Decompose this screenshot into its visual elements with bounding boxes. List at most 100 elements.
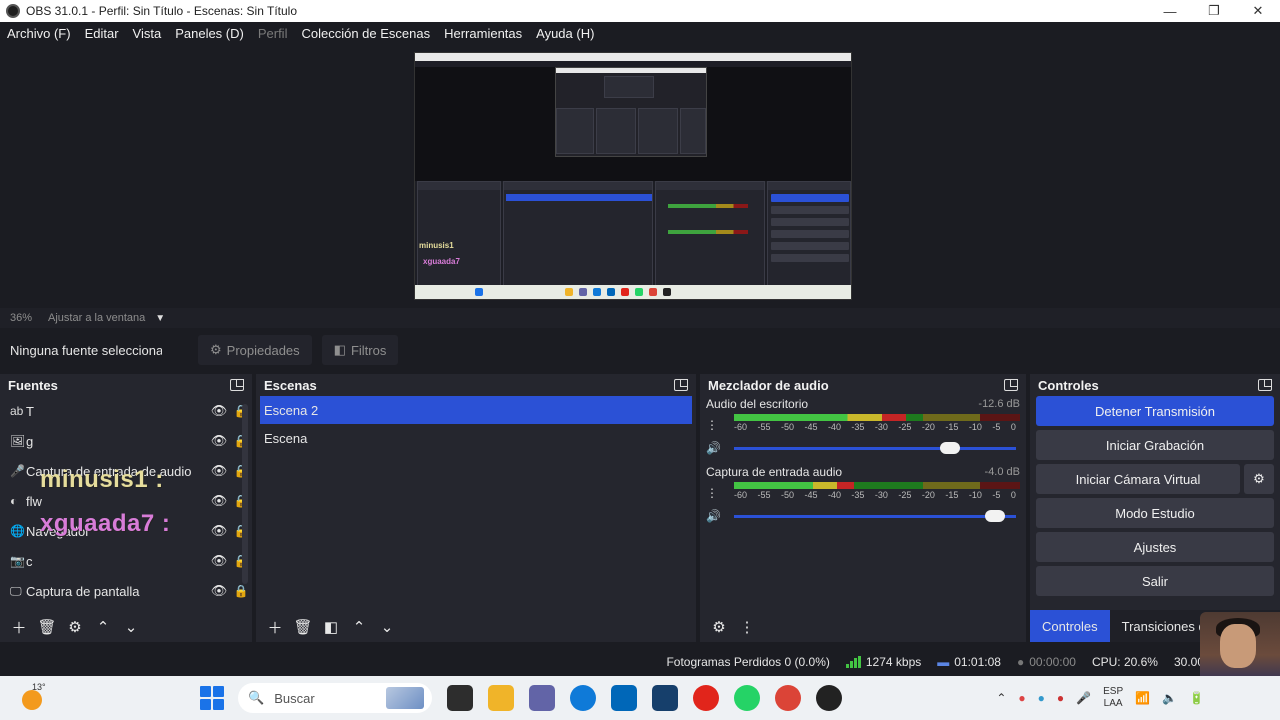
menu-help[interactable]: Ayuda (H)	[529, 26, 601, 41]
eye-icon[interactable]: 👁	[208, 433, 230, 449]
tray-app-icon[interactable]: ●	[1018, 691, 1025, 705]
menu-view[interactable]: Vista	[126, 26, 169, 41]
edge-icon[interactable]	[570, 685, 596, 711]
mixer-menu-icon[interactable]: ⋮	[736, 618, 758, 636]
volume-slider[interactable]	[734, 509, 1016, 522]
eye-icon[interactable]: 👁	[208, 463, 230, 479]
eye-icon[interactable]: 👁	[208, 493, 230, 509]
source-item[interactable]: 🖵 Captura de pantalla 👁 🔒	[0, 576, 252, 606]
volume-slider-knob[interactable]	[939, 441, 960, 454]
chrome-icon[interactable]	[775, 685, 801, 711]
volume-slider[interactable]	[734, 441, 1016, 454]
studio-mode-button[interactable]: Modo Estudio	[1036, 498, 1274, 528]
lock-icon[interactable]: 🔒	[230, 584, 252, 598]
virtual-camera-settings-icon[interactable]: ⚙	[1244, 464, 1274, 494]
lock-icon[interactable]: 🔒	[230, 524, 252, 538]
menu-tools[interactable]: Herramientas	[437, 26, 529, 41]
add-source-icon[interactable]: ＋	[8, 617, 30, 638]
start-virtual-camera-button[interactable]: Iniciar Cámara Virtual	[1036, 464, 1240, 494]
remove-scene-icon[interactable]: 🗑	[292, 618, 314, 636]
undock-icon[interactable]	[230, 379, 244, 391]
menu-docks[interactable]: Paneles (D)	[168, 26, 251, 41]
battery-icon[interactable]: 🔋	[1189, 691, 1204, 705]
close-button[interactable]: ✕	[1236, 0, 1280, 22]
zoom-dropdown-icon[interactable]: ▼	[155, 313, 165, 324]
show-hidden-icons-icon[interactable]: ⌃	[996, 691, 1006, 705]
tab-controls[interactable]: Controles	[1030, 610, 1110, 642]
start-recording-button[interactable]: Iniciar Grabación	[1036, 430, 1274, 460]
lock-icon[interactable]: 🔒	[230, 464, 252, 478]
tray-app-icon[interactable]: ●	[1038, 691, 1045, 705]
settings-button[interactable]: Ajustes	[1036, 532, 1274, 562]
sources-dock: Fuentes ab T 👁 🔒 🖼 g 👁 🔒 🎤 Captura de en…	[0, 374, 252, 642]
lock-icon[interactable]: 🔒	[230, 494, 252, 508]
menu-scene-collection[interactable]: Colección de Escenas	[294, 26, 437, 41]
opera-icon[interactable]	[693, 685, 719, 711]
preview-area[interactable]: minusis1 xguaada7	[0, 44, 1280, 308]
exit-button[interactable]: Salir	[1036, 566, 1274, 596]
wifi-icon[interactable]: 📶	[1135, 691, 1150, 705]
weather-widget[interactable]: 13°	[20, 682, 48, 712]
stop-streaming-button[interactable]: Detener Transmisión	[1036, 396, 1274, 426]
maximize-button[interactable]: ❐	[1192, 0, 1236, 22]
volume-icon[interactable]: 🔈	[1162, 691, 1177, 705]
filters-button[interactable]: ◧ Filtros	[321, 335, 399, 365]
microphone-icon[interactable]: 🎤	[1076, 691, 1091, 705]
undock-icon[interactable]	[1258, 379, 1272, 391]
search-icon: 🔍	[248, 690, 265, 705]
source-item[interactable]: ab T 👁 🔒	[0, 396, 252, 426]
scene-filters-icon[interactable]: ◧	[320, 618, 342, 636]
add-scene-icon[interactable]: ＋	[264, 617, 286, 638]
minimize-button[interactable]: —	[1148, 0, 1192, 22]
meter-tick-label: -35	[851, 490, 865, 500]
source-settings-icon[interactable]: ⚙	[64, 618, 86, 636]
remove-source-icon[interactable]: 🗑	[36, 618, 58, 636]
scene-item[interactable]: Escena	[256, 424, 696, 452]
channel-menu-icon[interactable]: ⋮	[706, 486, 734, 500]
properties-button[interactable]: ⚙ Propiedades	[198, 335, 312, 365]
move-down-icon[interactable]: ⌄	[120, 618, 142, 636]
source-item[interactable]: 📷 c 👁 🔒	[0, 546, 252, 576]
move-up-icon[interactable]: ⌃	[92, 618, 114, 636]
obs-taskbar-icon[interactable]	[816, 685, 842, 711]
meter-tick-label: -20	[921, 422, 935, 432]
speaker-icon[interactable]: 🔊	[706, 441, 734, 455]
advanced-audio-icon[interactable]: ⚙	[708, 618, 730, 636]
tray-app-icon[interactable]: ●	[1057, 691, 1064, 705]
menu-file[interactable]: Archivo (F)	[0, 26, 78, 41]
mixer-channel: Captura de entrada audio -4.0 dB ⋮ -60 -5…	[700, 464, 1026, 526]
fit-to-window-label[interactable]: Ajustar a la ventana	[48, 312, 145, 324]
lock-icon[interactable]: 🔒	[230, 554, 252, 568]
file-explorer-icon[interactable]	[488, 685, 514, 711]
title-bar: OBS 31.0.1 - Perfil: Sin Título - Escena…	[0, 0, 1280, 22]
preview-canvas[interactable]: minusis1 xguaada7	[414, 52, 852, 300]
sources-scrollbar[interactable]	[242, 404, 248, 584]
menu-profile[interactable]: Perfil	[251, 26, 295, 41]
scene-item-selected[interactable]: Escena 2	[260, 396, 692, 424]
undock-icon[interactable]	[674, 379, 688, 391]
teams-icon[interactable]	[529, 685, 555, 711]
start-button[interactable]	[200, 686, 224, 710]
disney-plus-icon[interactable]	[652, 685, 678, 711]
speaker-icon[interactable]: 🔊	[706, 509, 734, 523]
meter-ticks: -60 -55 -50 -45 -40 -35 -30 -25 -20 -15 -10 -5 0	[734, 490, 1020, 500]
eye-icon[interactable]: 👁	[208, 523, 230, 539]
eye-icon[interactable]: 👁	[208, 403, 230, 419]
lock-icon[interactable]: 🔒	[230, 404, 252, 418]
menu-edit[interactable]: Editar	[78, 26, 126, 41]
volume-slider-knob[interactable]	[984, 509, 1005, 522]
channel-menu-icon[interactable]: ⋮	[706, 418, 734, 432]
lock-icon[interactable]: 🔒	[230, 434, 252, 448]
eye-icon[interactable]: 👁	[208, 553, 230, 569]
move-up-icon[interactable]: ⌃	[348, 618, 370, 636]
browser-source-icon: 🌐	[10, 524, 25, 538]
source-item[interactable]: 🖼 g 👁 🔒	[0, 426, 252, 456]
taskbar-search[interactable]: 🔍 Buscar	[238, 683, 432, 713]
whatsapp-icon[interactable]	[734, 685, 760, 711]
eye-icon[interactable]: 👁	[208, 583, 230, 599]
move-down-icon[interactable]: ⌄	[376, 618, 398, 636]
outlook-icon[interactable]	[611, 685, 637, 711]
undock-icon[interactable]	[1004, 379, 1018, 391]
task-view-icon[interactable]	[447, 685, 473, 711]
language-indicator[interactable]: ESP LAA	[1103, 686, 1123, 710]
